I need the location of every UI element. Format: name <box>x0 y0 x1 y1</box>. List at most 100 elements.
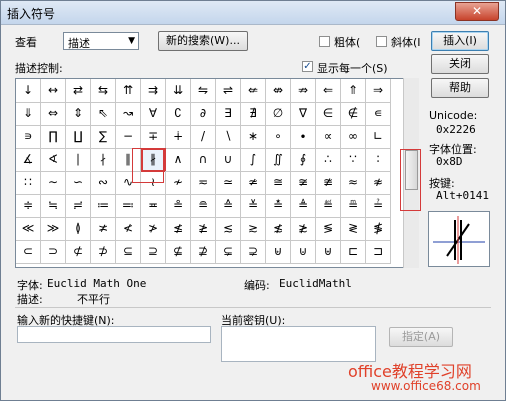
symbol-cell[interactable]: ≒ <box>41 194 66 218</box>
symbol-cell[interactable]: ≑ <box>16 194 41 218</box>
symbol-cell[interactable]: ≂ <box>191 171 216 195</box>
symbol-cell[interactable]: ≫ <box>41 217 66 241</box>
symbol-cell[interactable]: ∣ <box>66 148 91 172</box>
symbol-cell[interactable]: ≪ <box>16 217 41 241</box>
show-each-checkbox[interactable]: ✓ <box>302 61 313 72</box>
symbol-cell[interactable]: ≝ <box>316 194 341 218</box>
symbol-cell[interactable]: ≬ <box>66 217 91 241</box>
symbol-cell[interactable]: ⊋ <box>241 240 266 264</box>
symbol-cell[interactable]: ∢ <box>41 148 66 172</box>
symbol-cell[interactable]: ≖ <box>141 194 166 218</box>
symbol-cell[interactable]: ⊌ <box>266 240 291 264</box>
symbol-cell[interactable]: ⊆ <box>116 240 141 264</box>
symbol-cell[interactable]: ⇎ <box>266 79 291 103</box>
symbol-cell[interactable]: ∝ <box>316 125 341 149</box>
symbol-cell[interactable]: ⇑ <box>341 79 366 103</box>
symbol-cell[interactable]: ∶ <box>366 148 391 172</box>
symbol-cell[interactable]: ≅ <box>266 171 291 195</box>
insert-button[interactable]: 插入(I) <box>431 31 489 51</box>
italic-checkbox[interactable] <box>376 36 387 47</box>
symbol-cell[interactable]: ∐ <box>66 125 91 149</box>
symbol-cell[interactable]: ∁ <box>166 102 191 126</box>
symbol-cell[interactable]: ≰ <box>166 217 191 241</box>
symbol-cell[interactable]: ⇓ <box>16 102 41 126</box>
symbol-cell[interactable]: ⊈ <box>166 240 191 264</box>
symbol-cell[interactable]: ≵ <box>291 217 316 241</box>
symbol-cell[interactable]: ∞ <box>341 125 366 149</box>
symbol-cell[interactable]: ∉ <box>341 102 366 126</box>
symbol-cell[interactable]: ∾ <box>91 171 116 195</box>
symbol-cell[interactable]: ∖ <box>216 125 241 149</box>
symbol-cell[interactable]: ≟ <box>366 194 391 218</box>
symbol-cell[interactable]: ⊏ <box>341 240 366 264</box>
symbol-cell[interactable]: ∗ <box>241 125 266 149</box>
symbol-cell[interactable]: ⊍ <box>291 240 316 264</box>
symbol-cell[interactable]: ≘ <box>191 194 216 218</box>
symbol-cell[interactable]: ∘ <box>266 125 291 149</box>
lookup-dropdown[interactable]: 描述 ▼ <box>63 32 139 50</box>
symbol-cell[interactable]: ∡ <box>16 148 41 172</box>
symbol-cell[interactable]: ≳ <box>241 217 266 241</box>
symbol-cell[interactable]: ⇏ <box>291 79 316 103</box>
symbol-cell[interactable]: ⊃ <box>41 240 66 264</box>
symbol-cell[interactable]: ⊂ <box>16 240 41 264</box>
symbol-cell[interactable]: ⊊ <box>216 240 241 264</box>
symbol-cell[interactable]: ≷ <box>341 217 366 241</box>
bold-checkbox[interactable] <box>319 36 330 47</box>
symbol-cell[interactable]: ≜ <box>291 194 316 218</box>
assign-button[interactable]: 指定(A) <box>389 327 453 347</box>
symbol-cell[interactable]: ≔ <box>91 194 116 218</box>
symbol-cell[interactable]: ∫ <box>241 148 266 172</box>
symbol-cell[interactable]: ⊉ <box>191 240 216 264</box>
symbol-cell[interactable]: ≕ <box>116 194 141 218</box>
symbol-cell[interactable]: ⇄ <box>66 79 91 103</box>
symbol-cell[interactable]: ∊ <box>366 102 391 126</box>
symbol-cell[interactable]: ≞ <box>341 194 366 218</box>
symbol-cell[interactable]: ≃ <box>216 171 241 195</box>
close-button[interactable]: 关闭 <box>431 54 489 74</box>
symbol-cell[interactable]: ↝ <box>116 102 141 126</box>
symbol-cell[interactable]: ≶ <box>316 217 341 241</box>
symbol-cell[interactable]: ≚ <box>241 194 266 218</box>
symbol-cell[interactable]: ∴ <box>316 148 341 172</box>
symbol-cell[interactable]: ⇌ <box>216 79 241 103</box>
symbol-cell[interactable]: ⊄ <box>66 240 91 264</box>
symbol-cell[interactable]: ≈ <box>341 171 366 195</box>
new-shortcut-input[interactable] <box>17 326 211 343</box>
symbol-cell[interactable]: ∩ <box>191 148 216 172</box>
symbol-cell[interactable]: ∑ <box>91 125 116 149</box>
help-button[interactable]: 帮助 <box>431 78 489 98</box>
new-search-button[interactable]: 新的搜索(W)... <box>158 31 248 51</box>
symbol-cell[interactable]: ⇍ <box>241 79 266 103</box>
symbol-cell[interactable]: ≓ <box>66 194 91 218</box>
symbol-cell[interactable]: ≉ <box>366 171 391 195</box>
symbol-cell[interactable]: ∏ <box>41 125 66 149</box>
symbol-cell[interactable]: ∽ <box>66 171 91 195</box>
symbol-cell[interactable]: ⇕ <box>66 102 91 126</box>
symbol-cell[interactable]: ≮ <box>116 217 141 241</box>
symbol-cell[interactable]: ∅ <box>266 102 291 126</box>
symbol-cell[interactable]: ≭ <box>91 217 116 241</box>
symbol-cell[interactable]: ⇈ <box>116 79 141 103</box>
symbol-cell[interactable]: − <box>116 125 141 149</box>
symbol-cell[interactable]: ≙ <box>216 194 241 218</box>
symbol-cell[interactable]: ≛ <box>266 194 291 218</box>
symbol-cell[interactable]: ≗ <box>166 194 191 218</box>
symbol-cell[interactable]: ∓ <box>141 125 166 149</box>
symbol-cell[interactable]: ∂ <box>191 102 216 126</box>
symbol-cell[interactable]: ↓ <box>16 79 41 103</box>
symbol-cell[interactable]: ⇔ <box>41 102 66 126</box>
symbol-cell[interactable]: ≱ <box>191 217 216 241</box>
symbol-cell[interactable]: ∃ <box>216 102 241 126</box>
symbol-cell[interactable]: ∬ <box>266 148 291 172</box>
symbol-cell[interactable]: ≴ <box>266 217 291 241</box>
symbol-cell[interactable]: ⇊ <box>166 79 191 103</box>
symbol-cell[interactable]: ∄ <box>241 102 266 126</box>
symbol-cell[interactable]: / <box>191 125 216 149</box>
symbol-cell[interactable]: ⊐ <box>366 240 391 264</box>
symbol-cell[interactable]: ⇒ <box>366 79 391 103</box>
symbol-cell[interactable]: ∇ <box>291 102 316 126</box>
symbol-cell[interactable]: ∵ <box>341 148 366 172</box>
symbol-cell[interactable]: ⇋ <box>191 79 216 103</box>
symbol-cell[interactable]: ∷ <box>16 171 41 195</box>
